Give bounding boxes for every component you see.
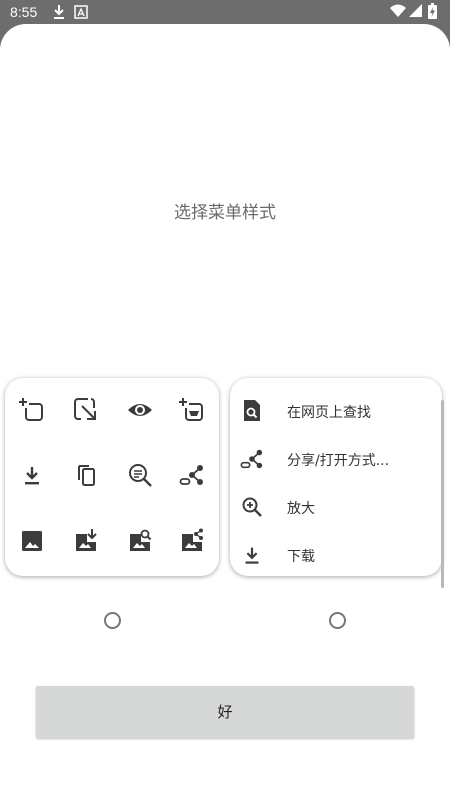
menu-item-label: 在网页上查找 [287, 405, 371, 421]
image-download-icon [73, 528, 99, 554]
menu-item-zoom-in: 放大 [230, 484, 442, 532]
copy-icon [73, 462, 99, 488]
download-icon [240, 543, 264, 567]
share-link-icon [240, 447, 264, 471]
menu-item-share: 分享/打开方式... [230, 436, 442, 484]
download-icon [19, 462, 45, 488]
image-icon [19, 528, 45, 554]
dialog-scrollbar[interactable] [441, 400, 444, 588]
status-time: 8:55 [10, 4, 38, 20]
image-search-icon [127, 528, 153, 554]
preview-eye-icon [127, 397, 153, 423]
ok-button[interactable]: 好 [36, 686, 414, 738]
menu-item-label: 放大 [287, 501, 315, 517]
menu-item-download: 下载 [230, 532, 442, 580]
signal-icon [409, 4, 423, 18]
open-in-icon [73, 397, 99, 423]
find-in-page-icon [240, 399, 264, 423]
radio-list-style[interactable] [329, 612, 346, 629]
grid-style-preview[interactable] [5, 378, 219, 576]
find-in-text-icon [127, 462, 153, 488]
zoom-in-icon [240, 495, 264, 519]
radio-grid-style[interactable] [104, 612, 121, 629]
incognito-tab-icon [179, 397, 205, 423]
list-style-preview[interactable]: 在网页上查找 分享/打开方式... 放大 下载 [230, 378, 442, 576]
share-link-icon [179, 462, 205, 488]
image-share-icon [179, 528, 205, 554]
new-tab-icon [19, 397, 45, 423]
a-badge-icon [74, 4, 88, 20]
menu-item-find-in-page: 在网页上查找 [230, 388, 442, 436]
download-icon [52, 4, 66, 20]
status-bar: 8:55 [0, 0, 450, 24]
menu-item-label: 下载 [287, 549, 315, 565]
wifi-icon [390, 4, 406, 18]
dialog-title: 选择菜单样式 [174, 203, 276, 223]
menu-item-label: 分享/打开方式... [287, 453, 390, 469]
battery-icon [428, 3, 437, 19]
